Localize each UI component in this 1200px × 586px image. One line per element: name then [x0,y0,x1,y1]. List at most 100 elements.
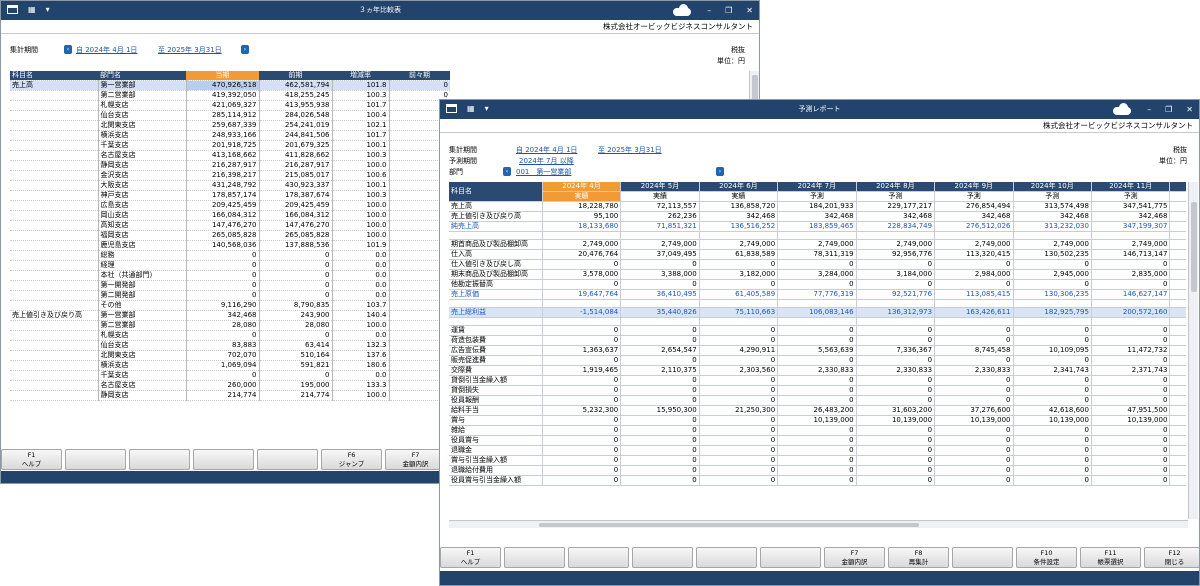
comparison-table[interactable]: 科目名 部門名 当期 前期 増減率 前々期 売上高 第一営業部 470,926,51… [10,71,450,401]
amount-cell[interactable]: 0 [1169,425,1186,436]
close-icon[interactable]: ✕ [1186,104,1193,115]
amount-cell[interactable]: 342,468 [856,211,936,222]
amount-cell[interactable]: 0 [1013,335,1092,346]
amount-cell[interactable]: 0 [1169,455,1186,466]
function-key-blank-3[interactable] [632,547,693,568]
amount-cell[interactable]: 0 [856,385,936,396]
amount-cell[interactable]: 0 [1013,465,1092,476]
function-key-f7[interactable]: F7 金額内訳 [385,449,446,470]
function-key-f1[interactable]: F1 ヘルプ [1,449,62,470]
amount-cell[interactable]: 0 [1013,375,1092,386]
amount-cell[interactable]: 0 [856,325,936,336]
amount-cell[interactable]: 35,440,826 [620,307,700,318]
amount-cell[interactable]: 3,388,000 [620,269,700,280]
amount-cell[interactable]: 184,201,933 [777,201,857,212]
function-key-f6[interactable]: F6 ジャンプ [321,449,382,470]
amount-cell[interactable]: 72,113,557 [620,201,700,212]
amount-cell[interactable]: 0 [856,279,936,290]
current-amount-cell[interactable]: 0 [186,270,260,281]
amount-cell[interactable]: 0 [1091,335,1171,346]
table-row[interactable]: 役員賞与000000000 [449,435,1186,446]
amount-cell[interactable]: 0 [934,375,1014,386]
amount-cell[interactable]: 0 [934,385,1014,396]
current-amount-cell[interactable]: 0 [186,330,260,341]
amount-cell[interactable]: 342,468 [934,211,1014,222]
amount-cell[interactable]: 10,139,000 [1091,415,1171,426]
table-row[interactable]: 岡山支店166,084,312166,084,312100.00 [10,210,450,221]
amount-cell[interactable]: 0 [542,435,622,446]
amount-cell[interactable]: 53,28 [1169,405,1186,416]
amount-cell[interactable]: 42,618,600 [1013,405,1092,416]
amount-cell[interactable]: 106,083,146 [777,307,857,318]
amount-cell[interactable]: 0 [699,395,779,406]
function-key-f7[interactable]: F7 金額内訳 [824,547,885,568]
amount-cell[interactable]: 0 [934,335,1014,346]
current-amount-cell[interactable]: 0 [186,260,260,271]
current-amount-cell[interactable]: 9,116,290 [186,300,260,311]
amount-cell[interactable]: 0 [542,415,622,426]
period-to-link[interactable]: 至 2025年 3月31日 [158,45,222,55]
table-row[interactable]: 交際費 1,919,465 2,110,375 2,303,560 2,330,833 2… [449,365,1186,376]
table-row[interactable]: 役員報酬000000000 [449,395,1186,406]
amount-cell[interactable]: 0 [699,259,779,270]
amount-cell[interactable]: 0 [777,445,857,456]
current-amount-cell[interactable]: 285,114,912 [186,110,260,121]
next-period-button[interactable]: › [241,45,249,54]
amount-cell[interactable]: 0 [934,445,1014,456]
amount-cell[interactable]: 0 [1091,385,1171,396]
amount-cell[interactable]: 0 [934,395,1014,406]
amount-cell[interactable]: 0 [777,425,857,436]
amount-cell[interactable]: 0 [699,465,779,476]
amount-cell[interactable]: 0 [1169,475,1186,486]
amount-cell[interactable]: 0 [542,445,622,456]
table-row[interactable]: 売上原価 19,647,764 36,410,495 61,405,589 77,776… [449,289,1186,300]
current-amount-cell[interactable]: 342,468 [186,310,260,321]
amount-cell[interactable]: 0 [1091,475,1171,486]
amount-cell[interactable]: 0 [1169,335,1186,346]
table-row[interactable]: 販売促進費000000000 [449,355,1186,366]
amount-cell[interactable]: 2,749,000 [699,239,779,250]
col-header-account[interactable]: 科目名 [449,182,543,202]
amount-cell[interactable]: 0 [620,425,700,436]
table-row[interactable]: 第二開発部000.00 [10,290,450,301]
amount-cell[interactable]: 0 [542,325,622,336]
amount-cell[interactable]: 8,745,458 [934,345,1014,356]
current-amount-cell[interactable]: 248,933,166 [186,130,260,141]
table-row[interactable]: 荷造包装費000000000 [449,335,1186,346]
amount-cell[interactable]: 0 [856,455,936,466]
amount-cell[interactable]: 61,838,589 [699,249,779,260]
current-amount-cell[interactable]: 0 [186,290,260,301]
table-row[interactable]: 名古屋支店260,000195,000133.30 [10,380,450,391]
amount-cell[interactable]: 0 [1091,325,1171,336]
amount-cell[interactable]: 13,29 [1169,345,1186,356]
table-row[interactable]: 他勘定振替高000000000 [449,279,1186,290]
amount-cell[interactable]: 0 [1169,395,1186,406]
amount-cell[interactable]: 0 [1169,259,1186,270]
current-amount-cell[interactable]: 421,069,327 [186,100,260,111]
table-row[interactable]: 鹿児島支店140,568,036137,888,536101.90 [10,240,450,251]
amount-cell[interactable]: 0 [1013,425,1092,436]
amount-cell[interactable]: 0 [699,335,779,346]
vertical-scrollbar[interactable] [1188,182,1198,519]
table-row[interactable]: 金沢支店216,398,217215,085,017100.60 [10,170,450,181]
function-key-f10[interactable]: F10 条件設定 [1016,547,1077,568]
amount-cell[interactable]: 77,776,319 [777,289,857,300]
amount-cell[interactable]: 0 [1091,425,1171,436]
amount-cell[interactable]: 0 [934,425,1014,436]
amount-cell[interactable]: 2,110,375 [620,365,700,376]
amount-cell[interactable]: 136,858,720 [699,201,779,212]
amount-cell[interactable]: 342,46 [1169,211,1186,222]
amount-cell[interactable]: 0 [699,475,779,486]
amount-cell[interactable]: 130,502,235 [1013,249,1092,260]
amount-cell[interactable]: 0 [934,279,1014,290]
amount-cell[interactable]: 0 [1013,325,1092,336]
month-header[interactable]: 2024年 11月 [1091,182,1171,192]
amount-cell[interactable]: 0 [699,425,779,436]
amount-cell[interactable]: 0 [620,279,700,290]
table-row[interactable]: 北関東支店702,070510,164137.60 [10,350,450,361]
current-amount-cell[interactable]: 140,568,036 [186,240,260,251]
amount-cell[interactable]: 386,26 [1169,201,1186,212]
amount-cell[interactable]: 219,25 [1169,307,1186,318]
function-key-blank-1[interactable] [504,547,565,568]
month-header[interactable]: 2024年 9月 [934,182,1014,192]
